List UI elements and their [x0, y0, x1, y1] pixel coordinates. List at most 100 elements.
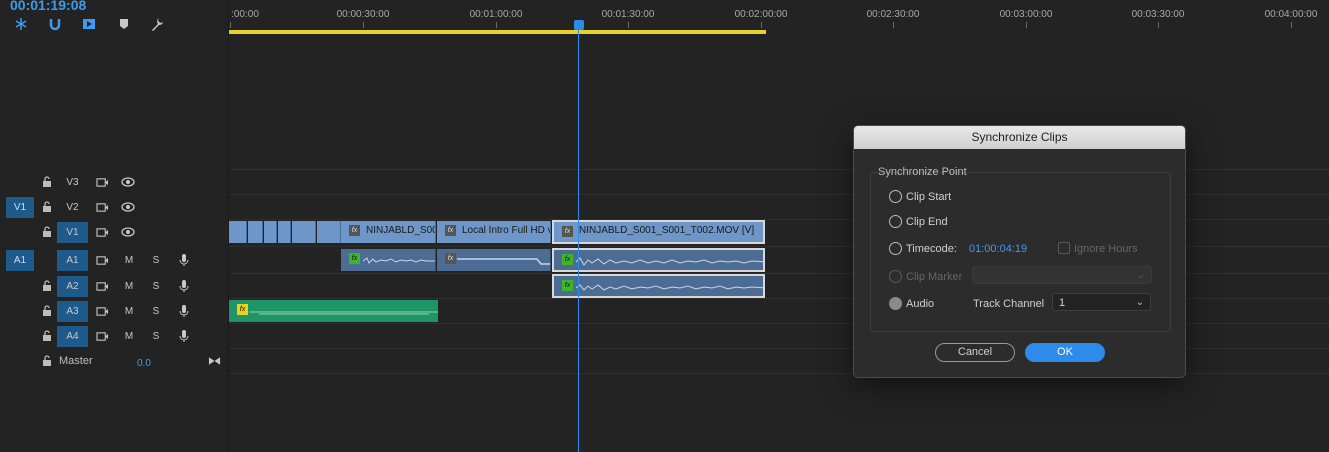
audio-clip-selected[interactable]: fx [552, 248, 765, 272]
audio-clip-selected[interactable]: fx [552, 274, 765, 298]
select-value: 1 [1059, 297, 1066, 309]
sync-lock-icon[interactable] [95, 304, 109, 318]
group-title: Synchronize Point [878, 166, 967, 178]
magnet-icon[interactable] [47, 16, 63, 32]
sync-lock-icon[interactable] [95, 279, 109, 293]
sync-lock-icon[interactable] [95, 253, 109, 267]
clip-marker-select[interactable]: ⌄ [972, 266, 1152, 284]
video-clip[interactable] [264, 221, 277, 243]
ruler-label: 00:02:00:00 [734, 9, 788, 20]
mute-button[interactable]: M [122, 329, 136, 343]
timecode-value[interactable]: 01:00:04:19 [969, 243, 1027, 255]
lock-icon[interactable] [42, 305, 52, 317]
playhead-timecode[interactable]: 00:01:19:08 [10, 0, 86, 13]
microphone-icon[interactable] [177, 304, 191, 318]
video-clip[interactable] [292, 221, 316, 243]
marker-icon[interactable] [116, 16, 132, 32]
solo-button[interactable]: S [149, 304, 163, 318]
mute-button[interactable]: M [122, 279, 136, 293]
sync-lock-icon[interactable] [95, 225, 109, 239]
chevron-down-icon: ⌄ [1136, 270, 1145, 281]
audio-waveform [575, 257, 763, 266]
ruler-label: 00:04:00:00 [1264, 9, 1318, 20]
fx-badge[interactable]: fx [349, 225, 360, 236]
lock-icon[interactable] [42, 226, 52, 238]
track-channel-select[interactable]: 1 ⌄ [1052, 293, 1151, 311]
radio-timecode[interactable]: Timecode: [889, 242, 957, 255]
insert-snap-icon[interactable] [13, 16, 29, 32]
ruler-tick [761, 22, 762, 28]
sync-lock-icon[interactable] [95, 200, 109, 214]
radio-audio[interactable]: Audio [889, 297, 934, 310]
mute-button[interactable]: M [122, 304, 136, 318]
microphone-icon[interactable] [177, 253, 191, 267]
eye-icon[interactable] [121, 225, 135, 239]
wrench-icon[interactable] [149, 16, 165, 32]
eye-icon[interactable] [121, 175, 135, 189]
track-label[interactable]: A2 [57, 276, 88, 297]
ok-button[interactable]: OK [1025, 343, 1105, 362]
video-clip[interactable] [278, 221, 291, 243]
radio-button[interactable] [889, 270, 902, 283]
lock-icon[interactable] [42, 355, 52, 367]
mute-button[interactable]: M [122, 253, 136, 267]
work-area-bar[interactable] [229, 30, 766, 34]
track-header-v1: V1 [0, 220, 229, 245]
track-label[interactable]: A1 [57, 250, 88, 271]
linked-selection-icon[interactable] [81, 16, 97, 32]
sync-lock-icon[interactable] [95, 329, 109, 343]
track-header-a3: A3 M S [0, 299, 229, 324]
radio-clip-end[interactable]: Clip End [889, 215, 948, 228]
ruler-tick [496, 22, 497, 28]
source-patch-v1[interactable]: V1 [6, 197, 34, 218]
video-clip[interactable]: fx NINJABLD_S00 [341, 221, 436, 243]
track-header-a4: A4 M S [0, 324, 229, 349]
lock-icon[interactable] [42, 201, 52, 213]
cancel-button[interactable]: Cancel [935, 343, 1015, 362]
radio-clip-marker[interactable]: Clip Marker [889, 270, 962, 283]
solo-button[interactable]: S [149, 253, 163, 267]
go-to-end-icon[interactable] [207, 354, 221, 368]
track-label[interactable]: A3 [57, 301, 88, 322]
audio-clip[interactable]: fx [437, 249, 551, 271]
track-label[interactable]: A4 [57, 326, 88, 347]
radio-button[interactable] [889, 297, 902, 310]
lock-icon[interactable] [42, 280, 52, 292]
ignore-hours-checkbox[interactable] [1058, 242, 1070, 254]
radio-button[interactable] [889, 242, 902, 255]
eye-icon[interactable] [121, 200, 135, 214]
lock-icon[interactable] [42, 330, 52, 342]
fx-badge[interactable]: fx [562, 226, 573, 237]
track-header-a2: A2 M S [0, 274, 229, 299]
radio-label: Clip End [906, 215, 948, 228]
ruler-label: 00:00:30:00 [336, 9, 390, 20]
sync-lock-icon[interactable] [95, 175, 109, 189]
playhead-line[interactable] [578, 28, 579, 452]
video-clip-selected[interactable]: fx NINJABLD_S001_S001_T002.MOV [V] [552, 220, 765, 244]
microphone-icon[interactable] [177, 279, 191, 293]
track-label[interactable]: V2 [57, 197, 88, 218]
fx-badge[interactable]: fx [445, 225, 456, 236]
track-label[interactable]: V1 [57, 222, 88, 243]
audio-clip[interactable]: fx [341, 249, 436, 271]
audio-waveform [249, 311, 438, 315]
video-clip[interactable] [229, 221, 247, 243]
source-patch-a1[interactable]: A1 [6, 250, 34, 271]
playhead-handle[interactable] [574, 20, 584, 30]
video-clip[interactable] [248, 221, 263, 243]
master-volume-value[interactable]: 0.0 [137, 358, 151, 369]
solo-button[interactable]: S [149, 279, 163, 293]
solo-button[interactable]: S [149, 329, 163, 343]
video-clip[interactable]: fx Local Intro Full HD v [437, 221, 551, 243]
ignore-hours-label: Ignore Hours [1074, 243, 1138, 255]
radio-button[interactable] [889, 215, 902, 228]
video-clip[interactable] [317, 221, 341, 243]
microphone-icon[interactable] [177, 329, 191, 343]
lock-icon[interactable] [42, 176, 52, 188]
track-label[interactable]: V3 [57, 172, 88, 193]
audio-clip-green[interactable]: fx [229, 300, 438, 322]
radio-button[interactable] [889, 190, 902, 203]
audio-waveform [575, 284, 763, 291]
dialog-title: Synchronize Clips [854, 126, 1185, 149]
radio-clip-start[interactable]: Clip Start [889, 190, 951, 203]
